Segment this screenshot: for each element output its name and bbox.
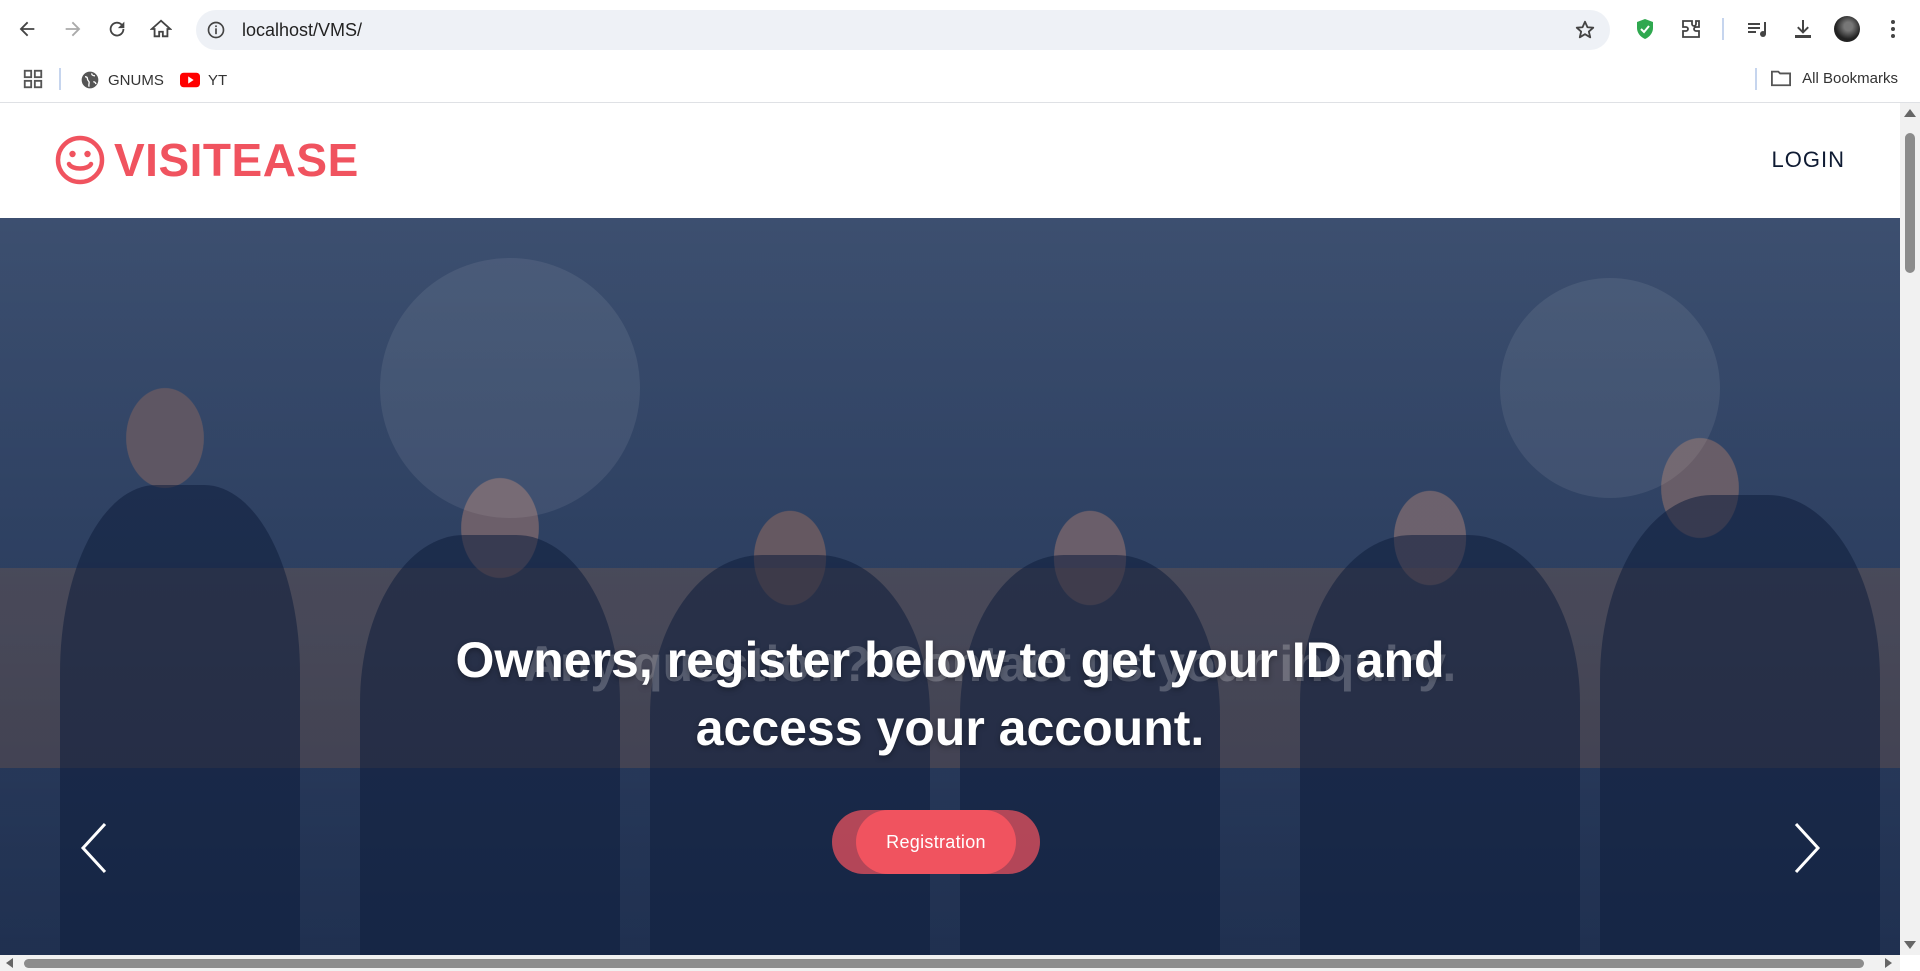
hero-figure: [1600, 495, 1880, 955]
home-icon: [150, 19, 172, 38]
arrow-left-icon: [19, 21, 35, 37]
horizontal-scroll-thumb[interactable]: [24, 959, 1864, 968]
profile-avatar[interactable]: [1834, 16, 1860, 42]
brand-logo[interactable]: VISITEASE: [54, 133, 359, 187]
site-header: VISITEASE LOGIN: [0, 103, 1900, 218]
globe-icon: [80, 70, 100, 90]
reload-button[interactable]: [102, 14, 132, 44]
bookmark-label: YT: [208, 71, 228, 89]
bookmarks-divider-right: [1755, 68, 1757, 90]
vertical-scroll-thumb[interactable]: [1905, 133, 1915, 273]
home-button[interactable]: [146, 14, 176, 44]
back-button[interactable]: [12, 14, 42, 44]
browser-menu-button[interactable]: [1878, 14, 1908, 44]
hero-figure: [60, 485, 300, 955]
carousel-prev-button[interactable]: [75, 818, 115, 878]
carousel-next-button[interactable]: [1786, 818, 1826, 878]
bookmark-gnums[interactable]: GNUMS: [80, 68, 164, 92]
login-link[interactable]: LOGIN: [1772, 147, 1845, 173]
extensions-button[interactable]: [1676, 14, 1706, 44]
toolbar-divider: [1722, 18, 1724, 40]
playlist-icon: [1748, 22, 1766, 37]
kebab-menu-icon: [1891, 20, 1895, 38]
chevron-left-icon: [80, 822, 107, 874]
hero-ghost-shape: [380, 258, 640, 518]
web-page: VISITEASE LOGIN Any question? Contact us…: [0, 103, 1900, 955]
bookmarks-divider: [59, 68, 61, 90]
scroll-left-arrow[interactable]: [6, 958, 13, 968]
info-icon[interactable]: [206, 20, 226, 40]
hero-ghost-shape: [1500, 278, 1720, 498]
registration-button[interactable]: Registration: [856, 810, 1016, 874]
shield-extension-button[interactable]: [1630, 14, 1660, 44]
download-icon: [1795, 20, 1811, 38]
vertical-scrollbar[interactable]: [1900, 103, 1920, 955]
bookmark-label: GNUMS: [108, 71, 164, 89]
hero-carousel: Any question? Contact us your inquiry. O…: [0, 218, 1900, 955]
downloads-button[interactable]: [1788, 14, 1818, 44]
chevron-right-icon: [1794, 822, 1821, 874]
forward-button[interactable]: [58, 14, 88, 44]
horizontal-scrollbar[interactable]: [0, 955, 1900, 971]
address-bar[interactable]: localhost/VMS/: [196, 10, 1610, 50]
scroll-down-arrow[interactable]: [1904, 941, 1916, 949]
media-button[interactable]: [1742, 14, 1772, 44]
apps-grid-icon[interactable]: [22, 68, 44, 90]
smile-icon: [55, 135, 105, 185]
reload-icon: [109, 21, 125, 37]
folder-icon: [1771, 70, 1792, 87]
brand-name: VISITEASE: [114, 134, 359, 186]
bookmark-star-icon[interactable]: [1574, 19, 1596, 41]
all-bookmarks-button[interactable]: All Bookmarks: [1770, 68, 1898, 88]
bookmark-yt[interactable]: YT: [180, 68, 227, 92]
puzzle-icon: [1682, 20, 1700, 38]
url-text[interactable]: localhost/VMS/: [242, 20, 362, 40]
arrow-right-icon: [65, 21, 81, 37]
scroll-up-arrow[interactable]: [1904, 109, 1916, 117]
youtube-icon: [180, 70, 200, 90]
hero-title: Owners, register below to get your ID an…: [455, 632, 1445, 756]
shield-icon: [1637, 19, 1653, 39]
scroll-right-arrow[interactable]: [1885, 958, 1892, 968]
browser-toolbar: localhost/VMS/: [0, 0, 1920, 58]
bookmarks-bar: GNUMS YT All Bookmarks: [0, 58, 1920, 103]
all-bookmarks-label: All Bookmarks: [1802, 69, 1898, 87]
